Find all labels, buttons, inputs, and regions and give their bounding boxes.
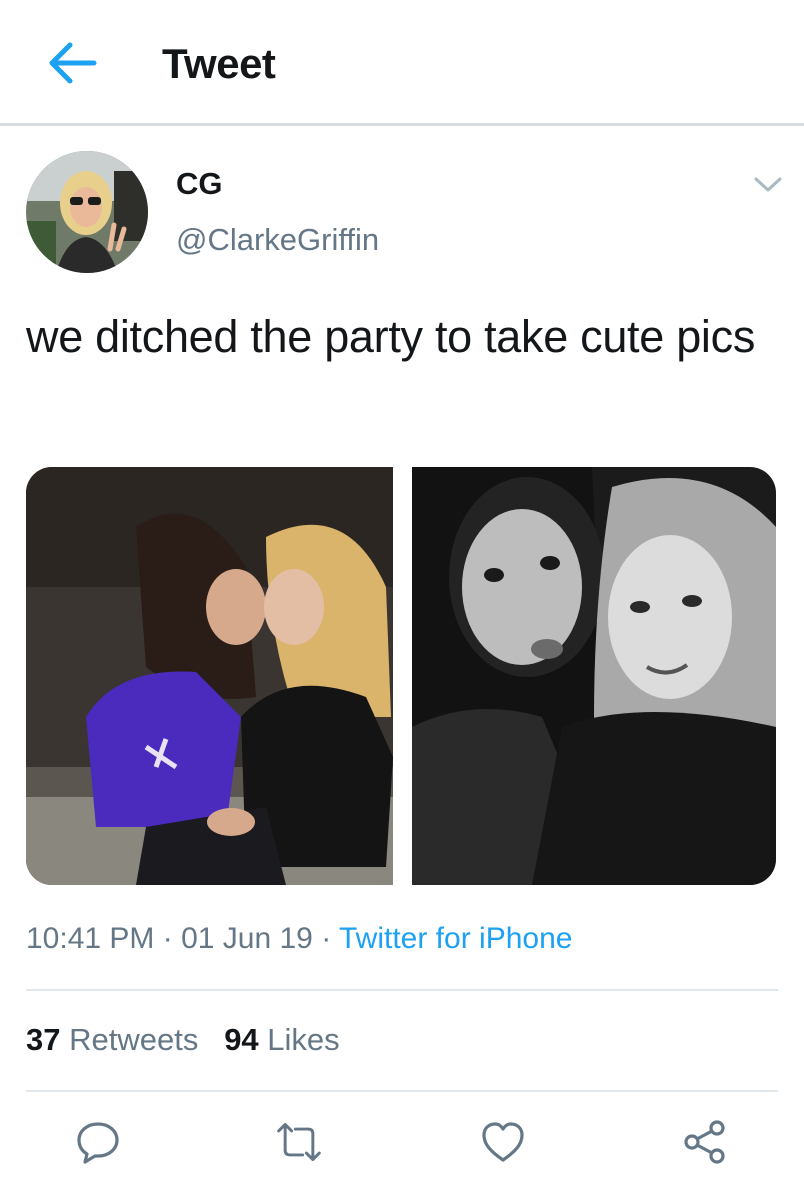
back-arrow-icon[interactable] xyxy=(42,37,102,89)
chevron-down-icon[interactable] xyxy=(748,166,788,204)
photo-2[interactable] xyxy=(412,467,776,885)
page-title: Tweet xyxy=(162,40,276,87)
tweet-time: 10:41 PM xyxy=(26,922,155,955)
meta-separator-2: · xyxy=(312,922,339,955)
likes-stat[interactable]: 94 Likes xyxy=(224,1022,339,1057)
meta-separator-1: · xyxy=(154,922,182,955)
like-icon[interactable] xyxy=(479,1118,527,1166)
likes-count: 94 xyxy=(224,1022,259,1057)
tweet-meta: 10:41 PM · 01 Jun 19 · Twitter for iPhon… xyxy=(26,922,572,956)
tweet-date: 01 Jun 19 xyxy=(181,922,313,955)
reply-icon[interactable] xyxy=(74,1118,122,1166)
retweets-label: Retweets xyxy=(69,1022,199,1057)
avatar[interactable] xyxy=(26,151,148,273)
photo-1[interactable] xyxy=(26,467,393,885)
share-icon[interactable] xyxy=(681,1118,729,1166)
tweet-source-link[interactable]: Twitter for iPhone xyxy=(339,922,572,955)
top-bar: Tweet xyxy=(0,0,804,126)
retweets-count: 37 xyxy=(26,1022,61,1057)
author-name[interactable]: CG xyxy=(176,166,223,202)
tweet-text: we ditched the party to take cute pics xyxy=(26,311,756,362)
retweet-icon[interactable] xyxy=(275,1118,323,1166)
tweet-stats: 37 Retweets 94 Likes xyxy=(26,1022,340,1058)
likes-label: Likes xyxy=(267,1022,340,1057)
author-handle[interactable]: @ClarkeGriffin xyxy=(176,222,379,258)
divider xyxy=(26,989,778,991)
retweets-stat[interactable]: 37 Retweets xyxy=(26,1022,198,1057)
divider xyxy=(26,1090,778,1092)
